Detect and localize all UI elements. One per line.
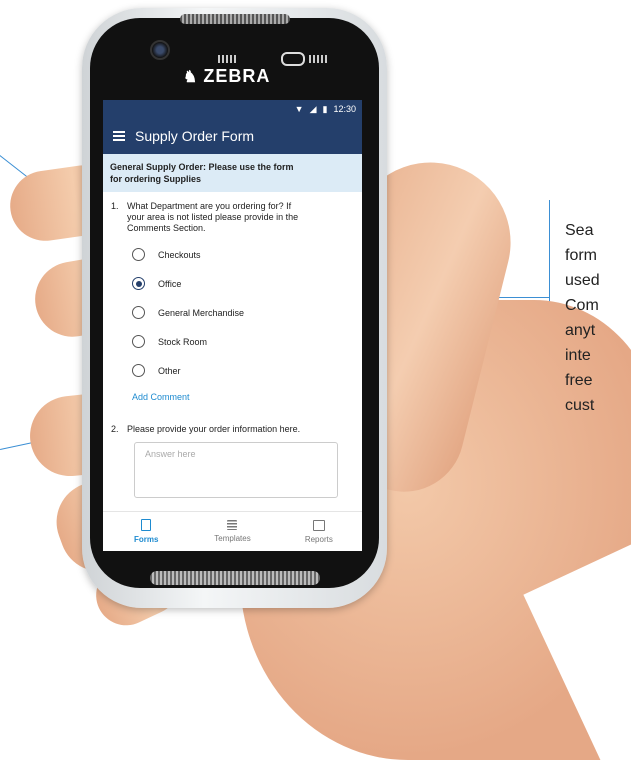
radio-option-label: Stock Room bbox=[158, 336, 208, 347]
status-time: 12:30 bbox=[333, 104, 356, 114]
side-description-text: Sea form used Com anyt inte free cust bbox=[565, 218, 600, 418]
question-1-line-3: Comments Section. bbox=[127, 223, 206, 233]
question-2: 2. Please provide your order information… bbox=[103, 424, 362, 435]
earpiece-speaker bbox=[180, 14, 290, 24]
question-2-text: Please provide your order information he… bbox=[127, 424, 301, 434]
radio-option-stock-room[interactable]: Stock Room bbox=[103, 327, 362, 356]
forms-icon bbox=[141, 519, 152, 531]
radio-option-label: Other bbox=[158, 365, 181, 376]
side-text-line: anyt bbox=[565, 322, 596, 339]
side-text-line: Sea bbox=[565, 222, 594, 239]
app-bar: Supply Order Form bbox=[103, 118, 362, 154]
templates-icon bbox=[227, 520, 238, 530]
radio-option-label: Checkouts bbox=[158, 249, 201, 260]
nav-tab-templates[interactable]: Templates bbox=[189, 512, 275, 551]
radio-option-other[interactable]: Other bbox=[103, 356, 362, 385]
question-2-number: 2. bbox=[111, 424, 119, 434]
radio-option-office[interactable]: Office bbox=[103, 269, 362, 298]
zebra-head-icon: ♞ bbox=[183, 69, 199, 86]
form-description-banner: General Supply Order: Please use the for… bbox=[103, 154, 362, 192]
question-1-line-1: What Department are you ordering for? If bbox=[127, 201, 292, 211]
side-text-line: inte bbox=[565, 347, 591, 364]
banner-line-1: General Supply Order: Please use the for… bbox=[110, 162, 294, 172]
radio-button-selected[interactable] bbox=[132, 277, 145, 290]
question-1: 1. What Department are you ordering for?… bbox=[103, 201, 362, 234]
bottom-navigation: Forms Templates Reports bbox=[103, 511, 362, 551]
sensor-grille-right bbox=[309, 55, 327, 63]
radio-option-label: General Merchandise bbox=[158, 307, 245, 318]
brand-logo: ♞ ZEBRA bbox=[183, 66, 270, 87]
radio-button[interactable] bbox=[132, 248, 145, 261]
banner-line-2: for ordering Supplies bbox=[110, 174, 202, 184]
add-comment-link[interactable]: Add Comment bbox=[103, 392, 362, 402]
radio-option-general-merchandise[interactable]: General Merchandise bbox=[103, 298, 362, 327]
side-text-line: Com bbox=[565, 297, 599, 314]
wifi-icon: ▼ bbox=[294, 104, 304, 114]
side-text-line: free bbox=[565, 372, 593, 389]
reports-icon bbox=[312, 519, 325, 531]
nav-tab-forms[interactable]: Forms bbox=[103, 512, 189, 551]
nav-label: Templates bbox=[214, 534, 251, 543]
side-text-line: cust bbox=[565, 397, 595, 414]
question-1-number: 1. bbox=[111, 201, 119, 211]
side-text-line: form bbox=[565, 247, 597, 264]
proximity-sensor bbox=[281, 52, 305, 66]
front-camera-icon bbox=[150, 40, 170, 60]
battery-icon: ▮ bbox=[322, 103, 328, 114]
radio-button[interactable] bbox=[132, 364, 145, 377]
hamburger-menu-icon[interactable] bbox=[113, 131, 125, 141]
nav-label: Reports bbox=[304, 534, 333, 544]
brand-name: ZEBRA bbox=[203, 66, 271, 86]
radio-button[interactable] bbox=[132, 335, 145, 348]
question-1-line-2: your area is not listed please provide i… bbox=[127, 212, 299, 222]
radio-button[interactable] bbox=[132, 306, 145, 319]
answer-input[interactable]: Answer here bbox=[134, 442, 338, 498]
signal-icon: ◢ bbox=[309, 103, 317, 114]
sensor-grille-left bbox=[218, 55, 236, 63]
bottom-speaker bbox=[150, 571, 320, 585]
radio-option-checkouts[interactable]: Checkouts bbox=[103, 240, 362, 269]
app-title: Supply Order Form bbox=[135, 128, 255, 144]
nav-label: Forms bbox=[133, 535, 159, 544]
nav-tab-reports[interactable]: Reports bbox=[276, 512, 362, 551]
radio-option-label: Office bbox=[158, 278, 182, 289]
answer-placeholder: Answer here bbox=[145, 449, 196, 459]
phone-screen: ▼ ◢ ▮ 12:30 Supply Order Form General Su… bbox=[103, 100, 362, 551]
side-text-line: used bbox=[565, 272, 600, 289]
status-bar: ▼ ◢ ▮ 12:30 bbox=[103, 100, 362, 118]
